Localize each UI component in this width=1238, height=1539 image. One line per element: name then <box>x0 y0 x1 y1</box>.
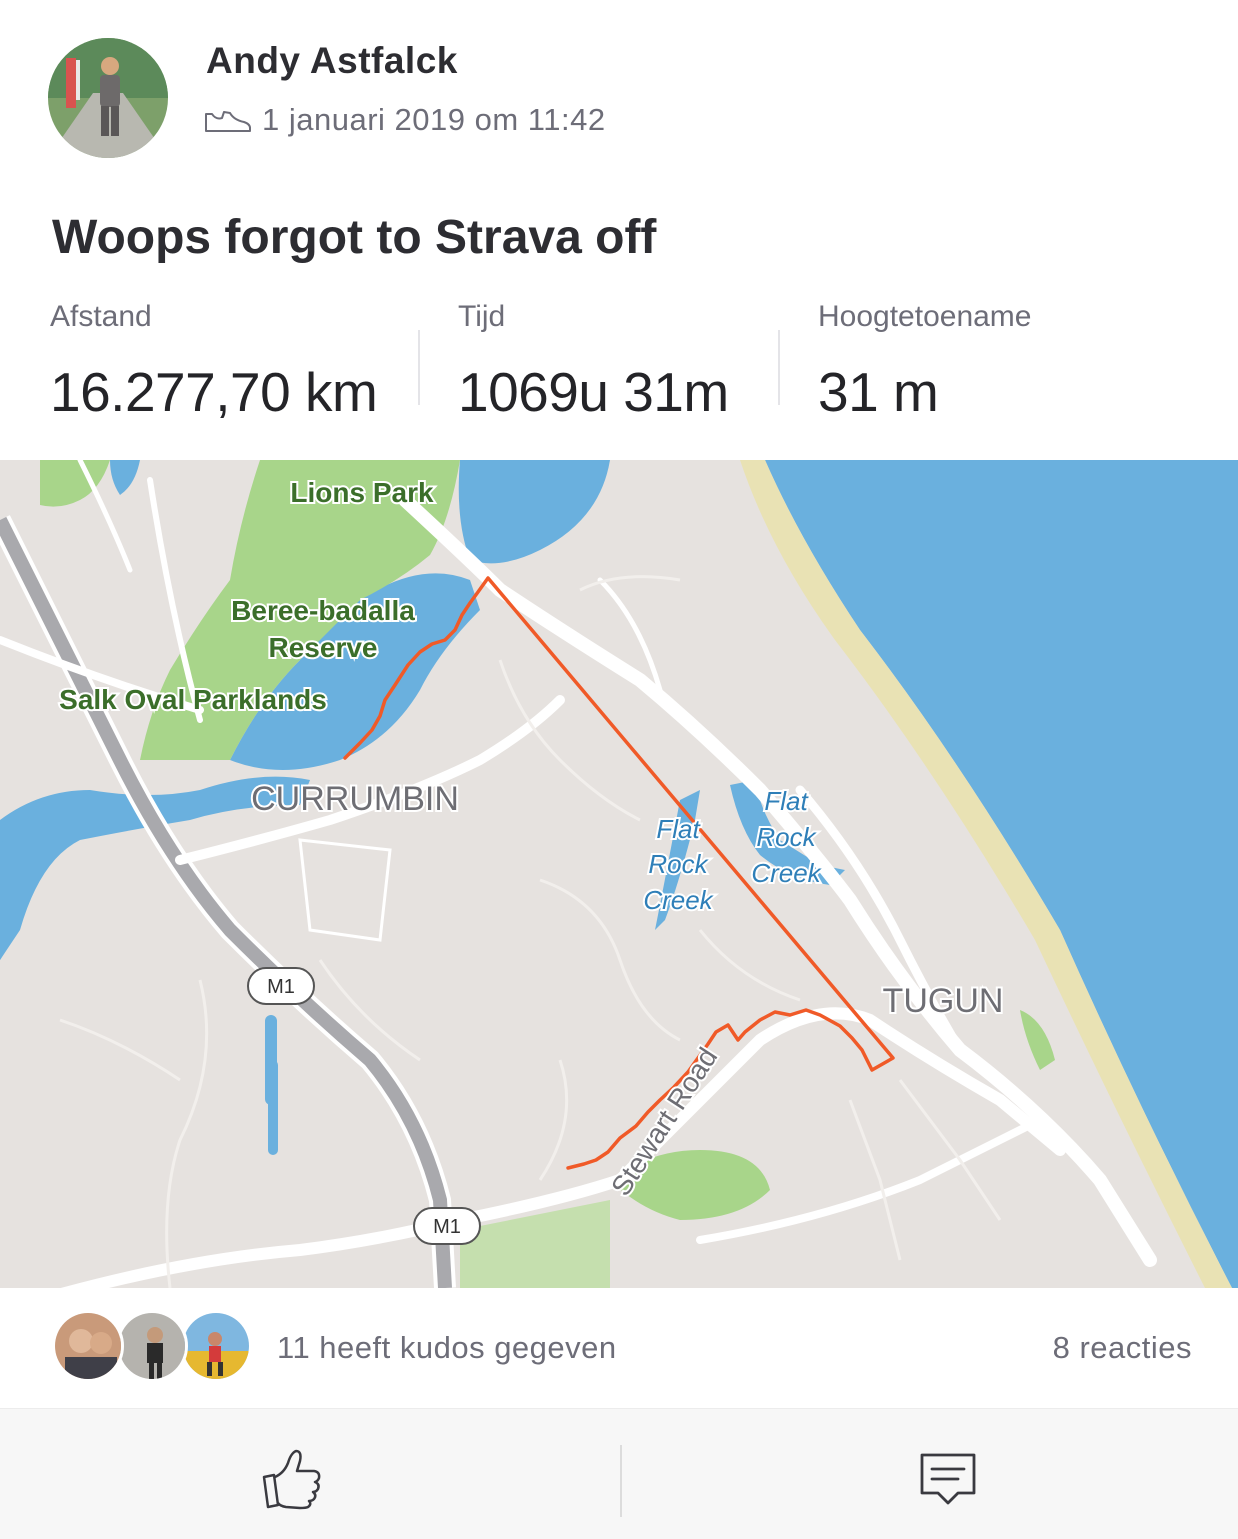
pond-2 <box>268 1060 278 1155</box>
shoe-icon <box>205 111 251 132</box>
m1-shield-north: M1 <box>247 967 315 1005</box>
m1-label-south: M1 <box>433 1216 461 1238</box>
kudos-count[interactable]: 11 heeft kudos gegeven <box>277 1330 617 1366</box>
comment-button[interactable] <box>908 1439 988 1519</box>
action-divider <box>620 1445 622 1517</box>
label-flat-rock-2a: Flat <box>764 786 809 816</box>
label-currumbin: CURRUMBIN <box>251 780 459 818</box>
m1-shield-south: M1 <box>413 1207 481 1245</box>
activity-stats: Afstand 16.277,70 km Tijd 1069u 31m Hoog… <box>0 300 1238 430</box>
comments-count[interactable]: 8 reacties <box>1053 1330 1192 1366</box>
kudos-button[interactable] <box>252 1439 332 1519</box>
kudos-avatar-2 <box>116 1310 188 1382</box>
stat-distance-value: 16.277,70 km <box>50 361 378 423</box>
label-flat-rock-1a: Flat <box>656 814 701 844</box>
route-map[interactable]: M1 M1 Lions Park Beree-badalla Reserve S… <box>0 460 1238 1288</box>
label-salk-oval: Salk Oval Parklands <box>59 684 327 715</box>
label-flat-rock-2b: Rock <box>756 822 817 852</box>
stat-divider <box>418 330 420 405</box>
label-flat-rock-1b: Rock <box>648 849 709 879</box>
action-bar <box>0 1408 1238 1539</box>
stat-elevation-value: 31 m <box>818 361 939 423</box>
kudos-bar[interactable]: 11 heeft kudos gegeven 8 reacties <box>0 1288 1238 1408</box>
stat-distance-label: Afstand <box>50 300 152 333</box>
activity-datetime: 1 januari 2019 om 11:42 <box>262 102 606 137</box>
label-flat-rock-2c: Creek <box>751 858 822 888</box>
kudos-avatar-1 <box>52 1310 124 1382</box>
stat-elevation-label: Hoogtetoename <box>818 300 1032 333</box>
label-beree-badalla: Beree-badalla <box>231 595 415 626</box>
m1-label-north: M1 <box>267 976 295 998</box>
stat-time-label: Tijd <box>458 300 506 333</box>
label-reserve: Reserve <box>269 632 378 663</box>
thumbs-up-icon <box>262 1449 321 1510</box>
comment-icon <box>920 1453 976 1505</box>
stat-elevation: Hoogtetoename 31 m <box>818 300 1032 424</box>
activity-meta: 1 januari 2019 om 11:42 <box>204 100 606 140</box>
activity-title[interactable]: Woops forgot to Strava off <box>52 210 656 265</box>
author-avatar[interactable] <box>48 38 168 158</box>
stat-divider <box>778 330 780 405</box>
activity-header: Andy Astfalck 1 januari 2019 om 11:42 <box>0 0 1238 200</box>
stat-time: Tijd 1069u 31m <box>458 300 729 424</box>
stat-distance: Afstand 16.277,70 km <box>50 300 378 424</box>
stat-time-value: 1069u 31m <box>458 361 729 423</box>
kudos-avatars[interactable] <box>52 1310 252 1386</box>
author-name[interactable]: Andy Astfalck <box>206 40 458 82</box>
kudos-avatar-3 <box>180 1310 252 1382</box>
label-flat-rock-1c: Creek <box>643 885 714 915</box>
label-lions-park: Lions Park <box>290 477 434 508</box>
label-tugun: TUGUN <box>883 982 1004 1020</box>
